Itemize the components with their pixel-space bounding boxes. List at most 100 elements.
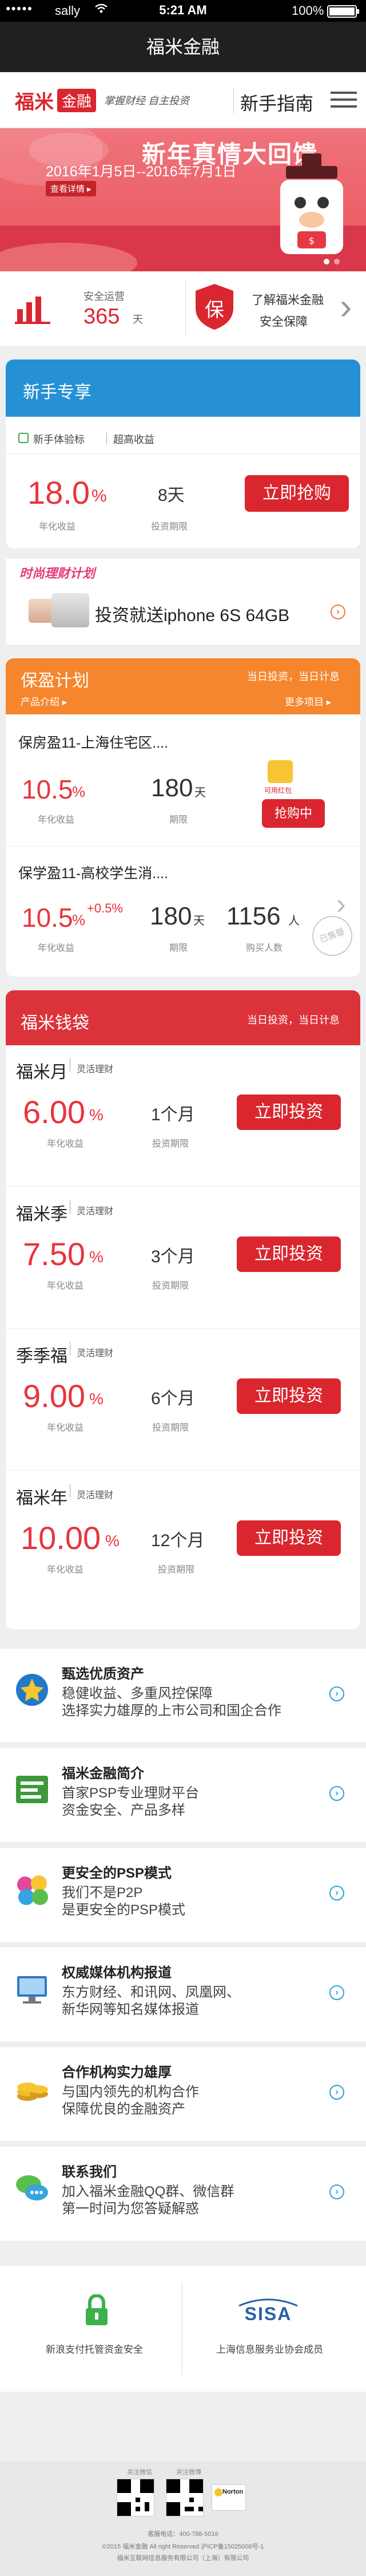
wallet-item-rate: 7.50: [23, 1236, 85, 1272]
buyers-count: 1156: [226, 902, 281, 930]
learn-link[interactable]: 了解福米金融: [252, 291, 324, 308]
invest-button[interactable]: 立即投资: [237, 1095, 341, 1130]
wallet-item-rate: 10.00: [21, 1520, 101, 1556]
baoying-item2-name[interactable]: 保学盈11-高校学生消....: [18, 862, 168, 883]
sisa-logo: SISA: [237, 2296, 300, 2330]
association-label: 上海信息服务业协会成员: [216, 2344, 323, 2355]
chevron-right-icon[interactable]: ›: [329, 1786, 344, 1801]
product-intro-link[interactable]: 产品介绍 ▸: [21, 694, 67, 708]
chevron-right-icon[interactable]: ›: [329, 1985, 344, 2000]
wallet-item-term: 3个月: [151, 1247, 195, 1266]
phone-image: [29, 593, 92, 629]
chevron-right-icon[interactable]: ›: [340, 285, 352, 327]
chevron-right-icon[interactable]: ›: [329, 2085, 344, 2100]
buy-now-button[interactable]: 立即抢购: [245, 475, 349, 512]
svg-text:$: $: [309, 235, 315, 246]
page-title: 福米金融: [146, 37, 220, 57]
feature-item[interactable]: 更安全的PSP模式 我们不是P2P 是更安全的PSP模式 ›: [0, 1848, 366, 1942]
newbie-header: 新手专享: [6, 359, 360, 417]
company-name: 福米互联网信息服务有限公司（上海）有限公司: [117, 2555, 249, 2562]
security-label: 安全保障: [260, 315, 308, 329]
wallet-item: 季季福 灵活理财 9.00 % 年化收益 6个月 投资期限 立即投资: [6, 1329, 360, 1471]
status-bar: ●●●●● sally 5:21 AM 100%: [0, 0, 366, 22]
wallet-item-name[interactable]: 福米季: [16, 1200, 67, 1225]
carousel-dots[interactable]: [324, 259, 340, 264]
days-label: 安全运营: [83, 291, 125, 302]
slogan: 掌握财经 自主投资: [104, 95, 190, 106]
newbie-days-label: 投资期限: [151, 522, 188, 532]
bonus-rate: +0.5%: [87, 901, 123, 915]
newbie-card: 新手专享 新手体验标 超高收益 18.0 % 年化收益 8天 投资期限 立即抢购: [6, 359, 360, 548]
banner-detail-link[interactable]: 查看详情 ▸: [46, 181, 96, 196]
weibo-qr-code[interactable]: [166, 2479, 204, 2516]
feature-item[interactable]: 甄选优质资产 稳健收益、多重风控保障 选择实力雄厚的上市公司和国企合作 ›: [0, 1649, 366, 1743]
lock-icon: [85, 2294, 109, 2326]
safety-stats: 安全运营 365 天 保 了解福米金融 安全保障 ›: [0, 271, 366, 346]
logo-badge: 金融: [57, 88, 97, 112]
wallet-item-rate: 6.00: [23, 1094, 85, 1130]
footer: 关注微信 关注微博 Norton 客服电话：400-788-5016 ©2015…: [0, 2462, 366, 2576]
invest-button[interactable]: 立即投资: [237, 1236, 341, 1272]
checkmark-icon: [214, 2488, 222, 2496]
baoying-item2-period: 180: [150, 902, 192, 930]
invest-button[interactable]: 立即投资: [237, 1520, 341, 1556]
chevron-right-icon[interactable]: ›: [336, 887, 346, 920]
feature-item[interactable]: 福米金融简介 首家PSP专业理财平台 资金安全、产品多样 ›: [0, 1748, 366, 1842]
wallet-item: 福米季 灵活理财 7.50 % 年化收益 3个月 投资期限 立即投资: [6, 1187, 360, 1329]
feature-item[interactable]: 合作机构实力雄厚 与国内领先的机构合作 保障优良的金融资产 ›: [0, 2047, 366, 2141]
invest-button[interactable]: 立即投资: [237, 1378, 341, 1414]
newbie-tag2: 超高收益: [113, 434, 154, 445]
days-value: 365: [83, 305, 120, 329]
newbie-tag: 新手体验标: [33, 434, 85, 445]
newbie-rate: 18.0: [27, 475, 90, 511]
escrow-label: 新浪支付托管资金安全: [46, 2344, 143, 2355]
chevron-right-icon[interactable]: ›: [329, 1686, 344, 1701]
wallet-item-term: 1个月: [151, 1105, 195, 1124]
divider: [233, 87, 234, 113]
promo-banner[interactable]: 新年真情大回馈 2016年1月5日--2016年7月1日 查看详情 ▸ $: [0, 128, 366, 271]
title-bar: 福米金融: [0, 22, 366, 72]
baoying-item1-rate: 10.5: [22, 775, 73, 804]
buying-button[interactable]: 抢购中: [262, 799, 325, 828]
baoying-item2-rate: 10.5: [22, 903, 73, 933]
wallet-item-term: 12个月: [151, 1531, 205, 1550]
sold-out-stamp: 已售罄: [307, 910, 358, 962]
battery-icon: [327, 5, 359, 18]
menu-icon[interactable]: [331, 92, 357, 109]
wallet-item-name[interactable]: 季季福: [16, 1342, 67, 1367]
promo-strip[interactable]: 时尚理财计划 投资就送iphone 6S 64GB ›: [6, 559, 360, 645]
shield-icon: 保: [194, 283, 234, 331]
brand-logo[interactable]: 福米 金融 掌握财经 自主投资: [15, 85, 189, 116]
wallet-item: 福米月 灵活理财 6.00 % 年化收益 1个月 投资期限 立即投资: [6, 1045, 360, 1187]
battery-percent: 100%: [292, 3, 324, 18]
logo-text: 福米: [15, 90, 54, 114]
media-icon: [13, 1969, 51, 2008]
site-header: 福米 金融 掌握财经 自主投资 新手指南: [0, 72, 366, 128]
psp-icon: [13, 1870, 51, 1909]
newbie-rate-pct: %: [92, 487, 107, 505]
newbie-tag-icon: [18, 433, 29, 443]
quality-asset-icon: [13, 1670, 51, 1709]
norton-badge: Norton: [212, 2484, 246, 2511]
wallet-card: 福米钱袋 当日投资，当日计息 福米月 灵活理财 6.00 % 年化收益 1个月 …: [6, 990, 360, 1629]
chevron-right-icon[interactable]: ›: [329, 2184, 344, 2199]
baoying-item1-name[interactable]: 保房盈11-上海住宅区....: [18, 732, 168, 752]
wallet-item: 福米年 灵活理财 10.00 % 年化收益 12个月 投资期限 立即投资: [6, 1471, 360, 1613]
baoying-card: 保盈计划 当日投资，当日计息 产品介绍 ▸ 更多项目 ▸ 保房盈11-上海住宅区…: [6, 658, 360, 977]
feature-item[interactable]: 权威媒体机构报道 东方财经、和讯网、凤凰网、 新华网等知名媒体报道 ›: [0, 1947, 366, 2041]
newbie-days: 8天: [158, 486, 185, 505]
coins-icon: [13, 2069, 51, 2108]
wallet-header: 福米钱袋 当日投资，当日计息: [6, 990, 360, 1045]
promo-chevron-icon[interactable]: ›: [331, 605, 345, 619]
wallet-item-name[interactable]: 福米月: [16, 1058, 67, 1083]
guide-link[interactable]: 新手指南: [240, 89, 313, 116]
feature-item[interactable]: 联系我们 加入福米金融QQ群、微信群 第一时间为您答疑解惑 ›: [0, 2147, 366, 2241]
chevron-right-icon[interactable]: ›: [329, 1886, 344, 1901]
trust-badges: 新浪支付托管资金安全 SISA 上海信息服务业协会成员: [0, 2266, 366, 2392]
wallet-item-name[interactable]: 福米年: [16, 1484, 67, 1509]
chart-icon: [15, 292, 50, 324]
wechat-qr-code[interactable]: [117, 2479, 154, 2516]
red-envelope-icon: [268, 760, 293, 783]
service-phone: 客服电话：400-788-5016: [148, 2531, 218, 2538]
more-projects-link[interactable]: 更多项目 ▸: [285, 694, 331, 708]
